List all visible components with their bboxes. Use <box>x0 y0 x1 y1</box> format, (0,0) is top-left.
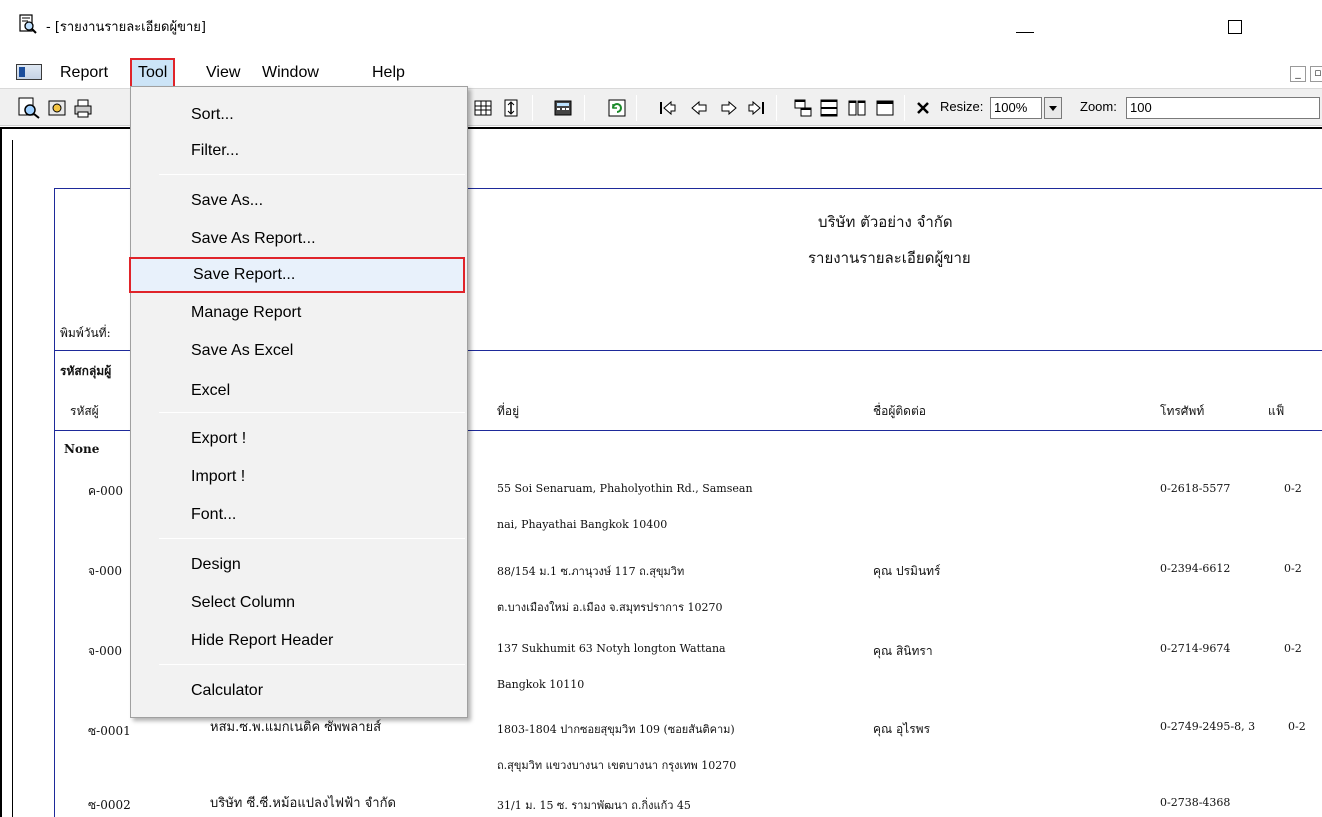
row-address-line1: 55 Soi Senaruam, Phaholyothin Rd., Samse… <box>497 482 753 495</box>
menu-separator <box>159 538 465 539</box>
zoom-input[interactable]: 100 <box>1126 97 1320 119</box>
row-address-line2: ถ.สุขุมวิท แขวงบางนา เขตบางนา กรุงเทพ 10… <box>497 759 737 772</box>
menu-view[interactable]: View <box>206 62 240 84</box>
resize-select[interactable]: 100% <box>990 97 1042 119</box>
row-code: ซ-0002 <box>88 798 131 812</box>
row-fax: 0-2 <box>1284 642 1302 655</box>
menu-item-select-column[interactable]: Select Column <box>131 585 467 621</box>
document-icon[interactable] <box>16 64 42 80</box>
col-code-header: รหัสผู้ <box>70 404 99 418</box>
group-header: รหัสกลุ่มผู้ <box>60 364 112 378</box>
row-address-line1: 31/1 ม. 15 ซ. รามาพัฒนา ถ.กิ่งแก้ว 45 <box>497 799 691 812</box>
tile-vertical-icon[interactable] <box>846 97 868 119</box>
grid-icon[interactable] <box>472 97 494 119</box>
row-address-line1: 1803-1804 ปากซอยสุขุมวิท 109 (ซอยสันติคา… <box>497 723 735 736</box>
printer-icon[interactable] <box>72 97 94 119</box>
row-code: จ-000 <box>88 644 122 658</box>
row-address-line2: ต.บางเมืองใหม่ อ.เมือง จ.สมุทรปราการ 102… <box>497 601 723 614</box>
setup-icon[interactable] <box>46 97 68 119</box>
next-page-icon[interactable] <box>718 97 740 119</box>
calculator-icon[interactable] <box>552 97 574 119</box>
menu-item-import[interactable]: Import ! <box>131 459 467 495</box>
row-fax: 0-2 <box>1288 720 1306 733</box>
title-bar: - [รายงานรายละเอียดผู้ขาย] <box>0 0 1322 58</box>
menu-item-save-as[interactable]: Save As... <box>131 183 467 219</box>
report-company: บริษัท ตัวอย่าง จำกัด <box>818 213 953 231</box>
row-phone: 0-2618-5577 <box>1160 482 1231 495</box>
row-contact: คุณ อุไรพร <box>873 722 931 736</box>
row-code: ซ-0001 <box>88 724 131 738</box>
menu-item-sort[interactable]: Sort... <box>131 97 467 133</box>
menu-item-design[interactable]: Design <box>131 547 467 583</box>
row-contact: คุณ สินิทรา <box>873 644 933 658</box>
tool-menu: Sort... Filter... Save As... Save As Rep… <box>129 86 468 718</box>
menu-item-filter[interactable]: Filter... <box>131 133 467 169</box>
refresh-icon[interactable] <box>606 97 628 119</box>
print-date-label: พิมพ์วันที่: <box>60 326 111 340</box>
row-address-line1: 88/154 ม.1 ซ.ภานุวงษ์ 117 ถ.สุขุมวิท <box>497 565 685 578</box>
minimize-button[interactable] <box>1010 14 1040 38</box>
menu-report[interactable]: Report <box>60 62 108 84</box>
menu-window[interactable]: Window <box>262 62 319 84</box>
menu-separator <box>159 664 465 665</box>
row-address-line2: Bangkok 10110 <box>497 678 585 691</box>
group-name: None <box>64 442 100 456</box>
row-phone: 0-2738-4368 <box>1160 796 1231 809</box>
row-code: จ-000 <box>88 564 122 578</box>
mdi-restore-button[interactable]: ▫ <box>1310 66 1322 82</box>
menu-separator <box>159 412 465 413</box>
row-address-line2: nai, Phayathai Bangkok 10400 <box>497 518 668 531</box>
row-fax: 0-2 <box>1284 562 1302 575</box>
row-contact: คุณ ปรมินทร์ <box>873 564 941 578</box>
print-preview-icon[interactable] <box>18 14 38 34</box>
menu-item-manage-report[interactable]: Manage Report <box>131 295 467 331</box>
menu-item-export[interactable]: Export ! <box>131 421 467 457</box>
row-phone: 0-2714-9674 <box>1160 642 1231 655</box>
menu-item-hide-report-header[interactable]: Hide Report Header <box>131 623 467 659</box>
menu-tool[interactable]: Tool <box>130 58 176 88</box>
window-title: - [รายงานรายละเอียดผู้ขาย] <box>46 20 206 35</box>
resize-dropdown-button[interactable] <box>1044 97 1062 119</box>
row-address-line1: 137 Sukhumit 63 Notyh longton Wattana <box>497 642 726 655</box>
resize-label: Resize: <box>940 99 984 114</box>
tile-horizontal-icon[interactable] <box>818 97 840 119</box>
row-phone: 0-2394-6612 <box>1160 562 1231 575</box>
preview-icon[interactable] <box>18 97 40 119</box>
menu-item-calculator[interactable]: Calculator <box>131 673 467 709</box>
menu-help[interactable]: Help <box>372 62 405 84</box>
last-page-icon[interactable] <box>746 97 768 119</box>
report-left-border <box>54 188 55 817</box>
row-phone: 0-2749-2495-8, 3 <box>1160 720 1256 733</box>
row-fax: 0-2 <box>1284 482 1302 495</box>
previous-page-icon[interactable] <box>688 97 710 119</box>
col-phone-header: โทรศัพท์ <box>1160 404 1205 418</box>
mdi-minimize-button[interactable]: _ <box>1290 66 1306 82</box>
menu-item-excel[interactable]: Excel <box>131 373 467 409</box>
close-icon[interactable] <box>912 97 934 119</box>
col-fax-header: แฟ็ <box>1268 404 1285 418</box>
menu-separator <box>159 174 465 175</box>
report-page-edge <box>12 140 13 817</box>
zoom-label: Zoom: <box>1080 99 1117 114</box>
col-address-header: ที่อยู่ <box>497 404 520 418</box>
menu-item-font[interactable]: Font... <box>131 497 467 533</box>
menu-bar: Report Tool View Window Help _ ▫ <box>0 58 1322 88</box>
menu-item-save-as-excel[interactable]: Save As Excel <box>131 333 467 369</box>
row-height-icon[interactable] <box>500 97 522 119</box>
report-title: รายงานรายละเอียดผู้ขาย <box>808 249 971 267</box>
row-name: บริษัท ซี.ซี.หม้อแปลงไฟฟ้า จำกัด <box>210 796 396 811</box>
maximize-button[interactable] <box>1228 20 1242 34</box>
row-name: หสม.ซ.พ.แมกเนติค ซัพพลายส์ <box>210 720 382 735</box>
maximize-window-icon[interactable] <box>874 97 896 119</box>
menu-item-save-report[interactable]: Save Report... <box>129 257 465 293</box>
col-contact-header: ชื่อผู้ติดต่อ <box>873 404 926 418</box>
cascade-icon[interactable] <box>792 97 814 119</box>
row-code: ค-000 <box>88 484 123 498</box>
first-page-icon[interactable] <box>656 97 678 119</box>
menu-item-save-as-report[interactable]: Save As Report... <box>131 221 467 257</box>
